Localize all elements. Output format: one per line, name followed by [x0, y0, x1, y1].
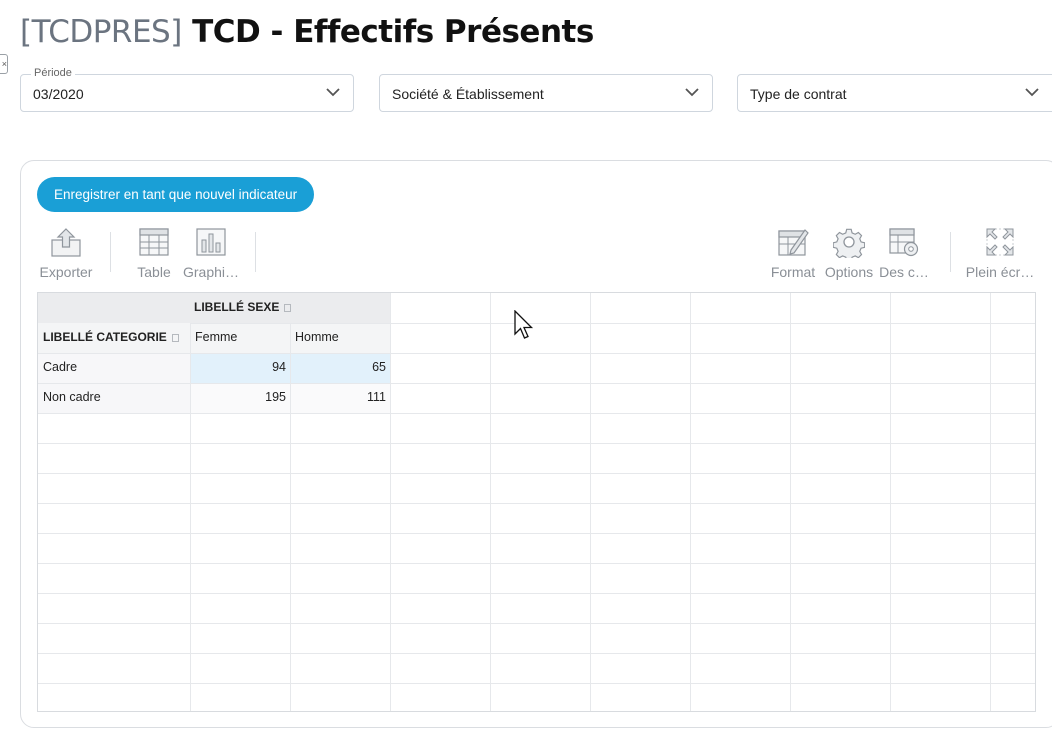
row-header-non-cadre[interactable]: Non cadre	[43, 390, 101, 404]
options-label: Options	[824, 264, 874, 280]
grid-row-line	[38, 383, 1035, 384]
save-as-indicator-button[interactable]: Enregistrer en tant que nouvel indicateu…	[37, 177, 315, 212]
grid-row-line	[38, 443, 1035, 444]
cell-non-cadre-femme[interactable]: 195	[190, 390, 286, 404]
column-header-homme[interactable]: Homme	[295, 330, 339, 344]
export-label: Exporter	[39, 264, 93, 280]
export-icon	[51, 228, 81, 257]
grid-column-line	[290, 323, 291, 711]
fields-label: Des c…	[879, 264, 929, 280]
column-field-header[interactable]: LIBELLÉ SEXE	[194, 300, 292, 314]
grid-column-line	[990, 293, 991, 711]
grid-row-line	[38, 533, 1035, 534]
type-contrat-value: Type de contrat	[750, 86, 847, 102]
cell-cadre-homme[interactable]: 65	[290, 360, 386, 374]
chevron-down-icon	[685, 88, 699, 97]
fullscreen-icon	[986, 228, 1014, 256]
format-label: Format	[770, 264, 816, 280]
periode-select[interactable]: Période 03/2020	[20, 67, 354, 112]
cell-non-cadre-homme[interactable]: 111	[290, 390, 386, 404]
grid-row-line	[38, 593, 1035, 594]
report-code: [TCDPRES]	[20, 14, 182, 50]
column-field-label: LIBELLÉ SEXE	[194, 300, 280, 314]
grid-row-line	[38, 473, 1035, 474]
format-icon	[778, 229, 809, 256]
grid-row-line	[38, 623, 1035, 624]
page-title: [TCDPRES] TCD - Effectifs Présents	[20, 14, 594, 50]
cell-cadre-femme[interactable]: 94	[190, 360, 286, 374]
grid-row-line	[38, 563, 1035, 564]
grid-row-line	[38, 413, 1035, 414]
toolbar-divider	[255, 232, 256, 272]
export-button[interactable]: Exporter	[37, 226, 95, 280]
grid-column-line	[590, 293, 591, 711]
table-label: Table	[137, 264, 171, 280]
mouse-cursor-icon	[514, 310, 534, 339]
filter-icon[interactable]	[284, 304, 292, 312]
fullscreen-button[interactable]: Plein écr…	[962, 226, 1038, 280]
grid-row-line	[38, 353, 1035, 354]
fields-button[interactable]: Des c…	[877, 226, 931, 280]
chevron-down-icon	[326, 88, 340, 97]
periode-label: Période	[31, 67, 75, 79]
toolbar-divider	[950, 232, 951, 272]
grid-row-line	[38, 653, 1035, 654]
grid-row-line	[38, 503, 1035, 504]
pivot-grid[interactable]: LIBELLÉ SEXE LIBELLÉ CATEGORIE Femme Hom…	[37, 292, 1036, 712]
grid-column-line	[190, 323, 191, 711]
collapse-sidebar-toggle[interactable]: ×	[0, 54, 8, 74]
grid-column-line	[890, 293, 891, 711]
grid-column-line	[690, 293, 691, 711]
periode-value: 03/2020	[33, 86, 84, 102]
chart-view-button[interactable]: Graphi…	[180, 226, 242, 280]
fullscreen-label: Plein écr…	[965, 264, 1035, 280]
table-icon	[139, 228, 169, 256]
format-button[interactable]: Format	[768, 226, 818, 280]
grid-column-line	[490, 293, 491, 711]
societe-etablissement-select[interactable]: Société & Établissement	[379, 74, 713, 112]
column-header-femme[interactable]: Femme	[195, 330, 237, 344]
toolbar-divider	[110, 232, 111, 272]
row-header-cadre[interactable]: Cadre	[43, 360, 77, 374]
report-title: TCD - Effectifs Présents	[192, 14, 594, 50]
chart-label: Graphi…	[182, 264, 240, 280]
table-view-button[interactable]: Table	[131, 226, 177, 280]
filter-icon[interactable]	[171, 334, 179, 342]
societe-etablissement-value: Société & Établissement	[392, 86, 544, 102]
grid-row-line	[190, 323, 1035, 324]
grid-column-line	[390, 293, 391, 711]
grid-row-line	[38, 683, 1035, 684]
row-field-header[interactable]: LIBELLÉ CATEGORIE	[43, 330, 179, 344]
bar-chart-icon	[196, 228, 226, 256]
fields-settings-icon	[889, 228, 919, 257]
row-field-label: LIBELLÉ CATEGORIE	[43, 330, 167, 344]
options-button[interactable]: Options	[824, 226, 874, 280]
chevron-down-icon	[1025, 88, 1039, 97]
grid-column-line	[790, 293, 791, 711]
gear-icon	[833, 228, 865, 258]
type-contrat-select[interactable]: Type de contrat	[737, 74, 1052, 112]
